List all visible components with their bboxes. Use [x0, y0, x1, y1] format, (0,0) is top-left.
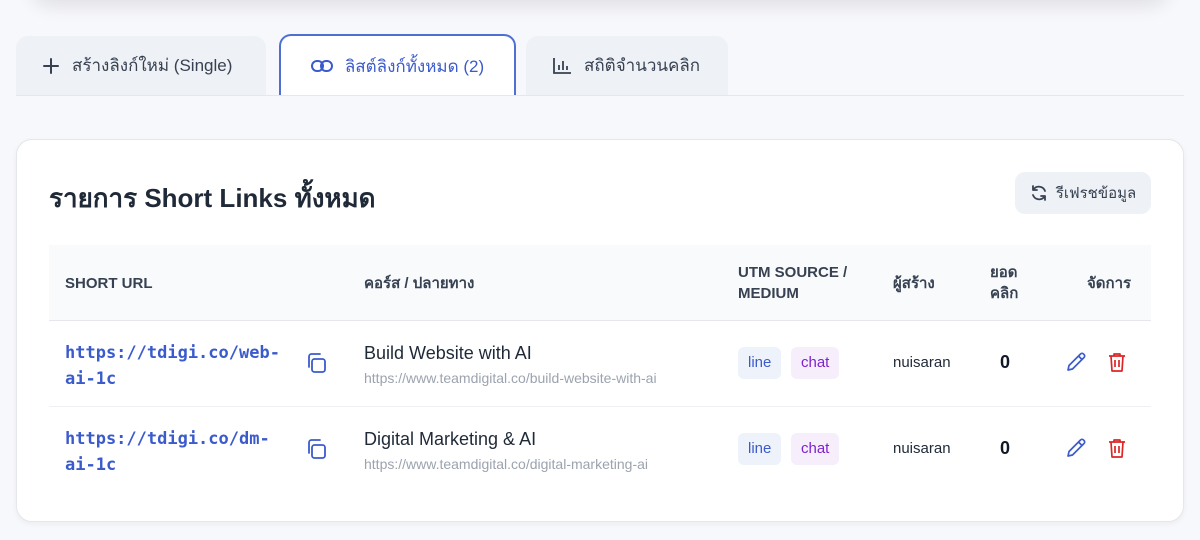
copy-icon[interactable] [305, 438, 327, 460]
course-title: Digital Marketing & AI [364, 429, 537, 449]
table-row: https://tdigi.co/web- ai-1c Build Websit… [49, 321, 1151, 407]
tab-create-single[interactable]: สร้างลิงก์ใหม่ (Single) [16, 36, 266, 95]
header-short-url: SHORT URL [65, 275, 153, 292]
destination-url: https://www.teamdigital.co/build-website… [364, 370, 657, 386]
header-clicks-line1: ยอด [990, 264, 1018, 281]
copy-icon[interactable] [305, 352, 327, 374]
tabs-divider [16, 95, 1184, 96]
refresh-label: รีเฟรชข้อมูล [1055, 185, 1137, 202]
tab-click-stats[interactable]: สถิติจำนวนคลิก [526, 36, 728, 95]
header-destination: คอร์ส / ปลายทาง [364, 275, 475, 292]
tab-all-links[interactable]: ลิสต์ลิงก์ทั้งหมด (2) [279, 34, 516, 96]
creator-name: nuisaran [893, 354, 951, 371]
header-creator: ผู้สร้าง [893, 275, 935, 292]
course-title: Build Website with AI [364, 343, 532, 363]
utm-source-badge: line [738, 347, 782, 379]
page-title: รายการ Short Links ทั้งหมด [49, 183, 376, 213]
refresh-button[interactable]: รีเฟรชข้อมูล [1015, 172, 1151, 214]
link-icon [310, 60, 333, 72]
short-url-line2: ai-1c [65, 455, 117, 475]
tab-label: ลิสต์ลิงก์ทั้งหมด (2) [344, 56, 485, 76]
destination-url: https://www.teamdigital.co/digital-marke… [364, 456, 649, 472]
tab-label: สร้างลิงก์ใหม่ (Single) [72, 56, 233, 75]
short-url-link[interactable]: https://tdigi.co/dm- ai-1c [65, 426, 285, 478]
refresh-icon [1031, 185, 1046, 201]
click-count: 0 [1000, 438, 1011, 458]
short-url-link[interactable]: https://tdigi.co/web- ai-1c [65, 340, 285, 392]
links-panel: รายการ Short Links ทั้งหมด รีเฟรชข้อมูล … [16, 139, 1184, 522]
bar-chart-icon [553, 57, 571, 74]
click-count: 0 [1000, 352, 1011, 372]
header-clicks-line2: คลิก [990, 285, 1019, 302]
trash-icon[interactable] [1107, 351, 1127, 373]
tab-label: สถิติจำนวนคลิก [584, 56, 701, 75]
header-clicks: ยอด คลิก [990, 262, 1018, 304]
header-utm-line1: UTM SOURCE / [738, 264, 848, 281]
header-utm: UTM SOURCE / MEDIUM [738, 262, 847, 304]
table-row: https://tdigi.co/dm- ai-1c Digital Marke… [49, 407, 1151, 493]
short-url-line1: https://tdigi.co/dm- [65, 429, 270, 449]
table-header: SHORT URL คอร์ส / ปลายทาง UTM SOURCE / M… [49, 245, 1151, 321]
creator-name: nuisaran [893, 440, 951, 457]
header-actions: จัดการ [1087, 275, 1132, 292]
utm-medium-badge: chat [791, 433, 840, 465]
utm-medium-badge: chat [791, 347, 840, 379]
pencil-icon[interactable] [1065, 437, 1087, 459]
header-utm-line2: MEDIUM [738, 285, 799, 302]
trash-icon[interactable] [1107, 437, 1127, 459]
pencil-icon[interactable] [1065, 351, 1087, 373]
utm-source-badge: line [738, 433, 782, 465]
plus-icon [43, 57, 59, 74]
short-url-line1: https://tdigi.co/web- [65, 343, 280, 363]
short-url-line2: ai-1c [65, 369, 117, 389]
